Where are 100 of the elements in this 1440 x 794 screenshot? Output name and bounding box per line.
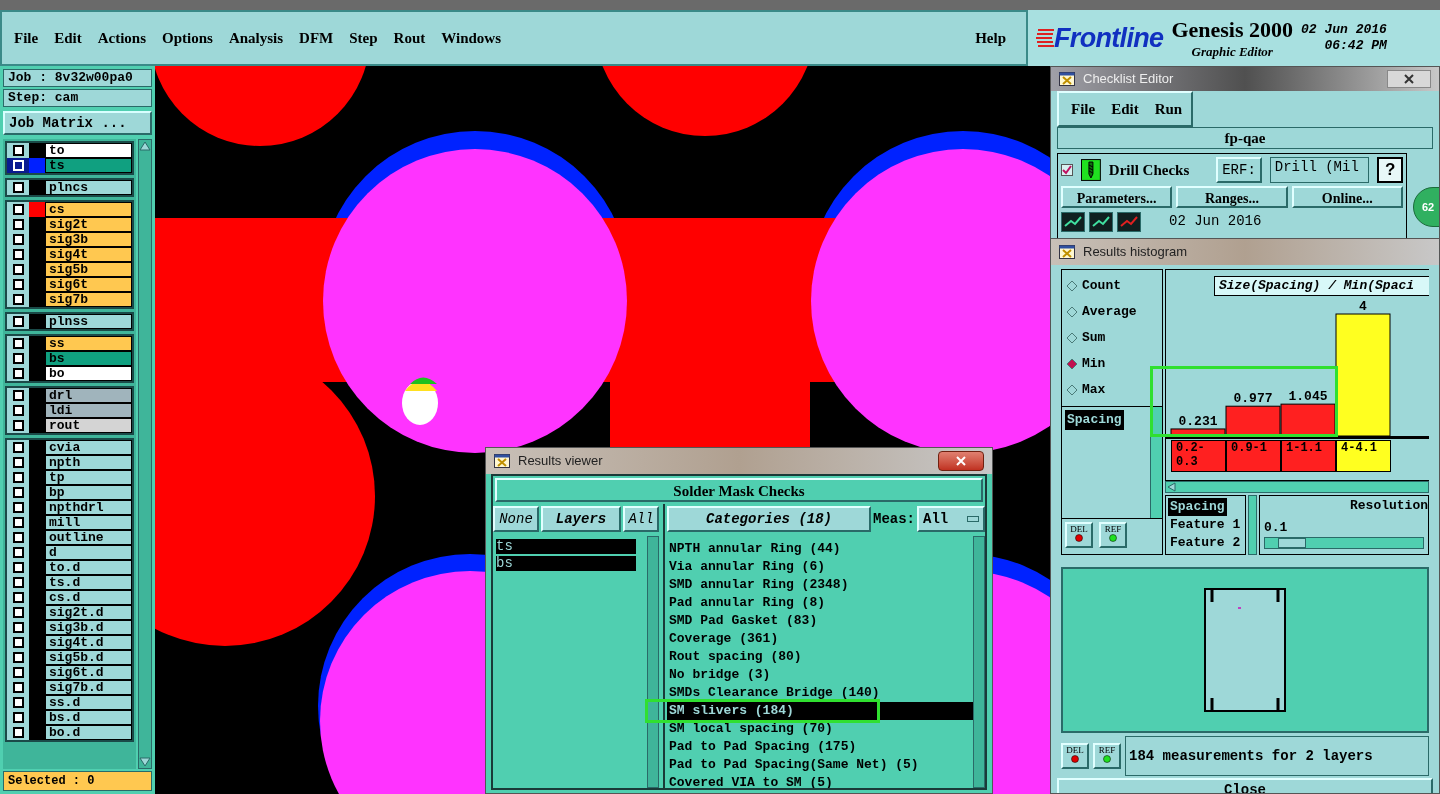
list-item[interactable]: NPTH annular Ring (44) xyxy=(667,540,973,558)
categories-button[interactable]: Categories (18) xyxy=(667,506,871,532)
list-item[interactable]: Pad to Pad Spacing (175) xyxy=(667,738,973,756)
layer-name[interactable]: bo xyxy=(45,366,132,381)
slider-thumb[interactable] xyxy=(1278,538,1307,548)
resolution-slider[interactable] xyxy=(1264,537,1424,549)
layer-checkbox[interactable] xyxy=(7,635,29,650)
list-item[interactable]: Feature 1 xyxy=(1168,516,1243,534)
layer-name[interactable]: ts xyxy=(45,158,132,173)
layer-name[interactable]: bo.d xyxy=(45,725,132,740)
layer-checkbox[interactable] xyxy=(7,232,29,247)
layer-name[interactable]: ss.d xyxy=(45,695,132,710)
layer-name[interactable]: npth xyxy=(45,455,132,470)
list-item[interactable]: SMD Pad Gasket (83) xyxy=(667,612,973,630)
layer-checkbox[interactable] xyxy=(7,590,29,605)
erf-field[interactable]: Drill (Mil xyxy=(1269,157,1370,183)
scrollbar[interactable] xyxy=(647,536,659,788)
layer-name[interactable]: outline xyxy=(45,530,132,545)
layer-checkbox[interactable] xyxy=(7,605,29,620)
layer-name[interactable]: rout xyxy=(45,418,132,433)
menu-item[interactable]: Run xyxy=(1154,97,1183,121)
layer-name[interactable]: d xyxy=(45,545,132,560)
layer-checkbox[interactable] xyxy=(7,485,29,500)
close-button[interactable] xyxy=(1387,70,1431,88)
layer-name[interactable]: bp xyxy=(45,485,132,500)
layer-name[interactable]: ss xyxy=(45,336,132,351)
job-matrix-button[interactable]: Job Matrix ... xyxy=(3,111,152,135)
delete-button[interactable]: DEL xyxy=(1065,522,1093,548)
menu-item[interactable]: Options xyxy=(162,26,213,50)
layer-checkbox[interactable] xyxy=(7,314,29,329)
layer-checkbox[interactable] xyxy=(7,143,29,158)
layer-name[interactable]: to xyxy=(45,143,132,158)
menu-item[interactable]: Rout xyxy=(393,26,426,50)
layer-checkbox[interactable] xyxy=(7,202,29,217)
list-item[interactable]: Coverage (361) xyxy=(667,630,973,648)
layer-checkbox[interactable] xyxy=(7,680,29,695)
mode-radio[interactable]: Max xyxy=(1066,380,1158,400)
list-item[interactable]: Pad annular Ring (8) xyxy=(667,594,973,612)
layer-checkbox[interactable] xyxy=(7,710,29,725)
layer-checkbox[interactable] xyxy=(7,440,29,455)
layer-name[interactable]: sig7b xyxy=(45,292,132,307)
select-all-button[interactable]: All xyxy=(623,506,659,532)
list-item[interactable]: SMDs Clearance Bridge (140) xyxy=(667,684,973,702)
layer-name[interactable]: cs.d xyxy=(45,590,132,605)
mode-radio[interactable]: Sum xyxy=(1066,328,1158,348)
list-item[interactable]: Pad to Pad Spacing(Same Net) (5) xyxy=(667,756,973,774)
layer-checkbox[interactable] xyxy=(7,545,29,560)
menu-item[interactable]: Analysis xyxy=(228,26,284,50)
action-button[interactable]: Online... xyxy=(1291,186,1403,208)
list-item[interactable]: SM slivers (184) xyxy=(667,702,973,720)
action-button[interactable]: Parameters... xyxy=(1061,186,1173,208)
layer-checkbox[interactable] xyxy=(7,277,29,292)
layer-checkbox[interactable] xyxy=(7,470,29,485)
layer-name[interactable]: sig2t.d xyxy=(45,605,132,620)
layer-checkbox[interactable] xyxy=(7,336,29,351)
layer-name[interactable]: mill xyxy=(45,515,132,530)
scrollbar[interactable] xyxy=(1165,481,1429,493)
layer-checkbox[interactable] xyxy=(7,530,29,545)
list-item[interactable]: Feature 2 xyxy=(1168,534,1243,552)
scrollbar[interactable] xyxy=(973,536,985,788)
layer-checkbox[interactable] xyxy=(7,500,29,515)
list-item[interactable]: SM local spacing (70) xyxy=(667,720,973,738)
layer-name[interactable]: bs.d xyxy=(45,710,132,725)
list-item[interactable]: ts xyxy=(496,539,636,554)
layer-name[interactable]: cs xyxy=(45,202,132,217)
layer-name[interactable]: cvia xyxy=(45,440,132,455)
layer-checkbox[interactable] xyxy=(7,455,29,470)
reference-button[interactable]: REF xyxy=(1093,743,1121,769)
layer-checkbox[interactable] xyxy=(7,650,29,665)
layer-name[interactable]: sig6t xyxy=(45,277,132,292)
menu-item[interactable]: Windows xyxy=(441,26,501,50)
layer-name[interactable]: tp xyxy=(45,470,132,485)
layer-checkbox[interactable] xyxy=(7,292,29,307)
layers-button[interactable]: Layers xyxy=(541,506,621,532)
layer-checkbox[interactable] xyxy=(7,725,29,740)
mode-radio[interactable]: Average xyxy=(1066,302,1158,322)
list-item[interactable]: Spacing xyxy=(1065,410,1124,430)
layer-checkbox[interactable] xyxy=(7,620,29,635)
layer-name[interactable]: sig7b.d xyxy=(45,680,132,695)
layer-name[interactable]: npthdrl xyxy=(45,500,132,515)
layer-name[interactable]: ts.d xyxy=(45,575,132,590)
layer-name[interactable]: sig3b.d xyxy=(45,620,132,635)
layer-checkbox[interactable] xyxy=(7,695,29,710)
layer-name[interactable]: sig4t.d xyxy=(45,635,132,650)
menu-item[interactable]: Edit xyxy=(54,26,82,50)
layer-name[interactable]: to.d xyxy=(45,560,132,575)
layer-checkbox[interactable] xyxy=(7,351,29,366)
layer-checkbox[interactable] xyxy=(7,418,29,433)
check-checkbox[interactable] xyxy=(1061,164,1073,176)
layer-name[interactable]: plnss xyxy=(45,314,132,329)
help-button[interactable]: ? xyxy=(1377,157,1403,183)
menu-item[interactable]: File xyxy=(1071,97,1096,121)
layer-checkbox[interactable] xyxy=(7,388,29,403)
layer-checkbox[interactable] xyxy=(7,158,29,173)
layer-checkbox[interactable] xyxy=(7,665,29,680)
layer-checkbox[interactable] xyxy=(7,575,29,590)
measurement-dropdown[interactable]: All xyxy=(917,506,985,532)
layer-checkbox[interactable] xyxy=(7,180,29,195)
select-none-button[interactable]: None xyxy=(493,506,539,532)
layer-name[interactable]: plncs xyxy=(45,180,132,195)
